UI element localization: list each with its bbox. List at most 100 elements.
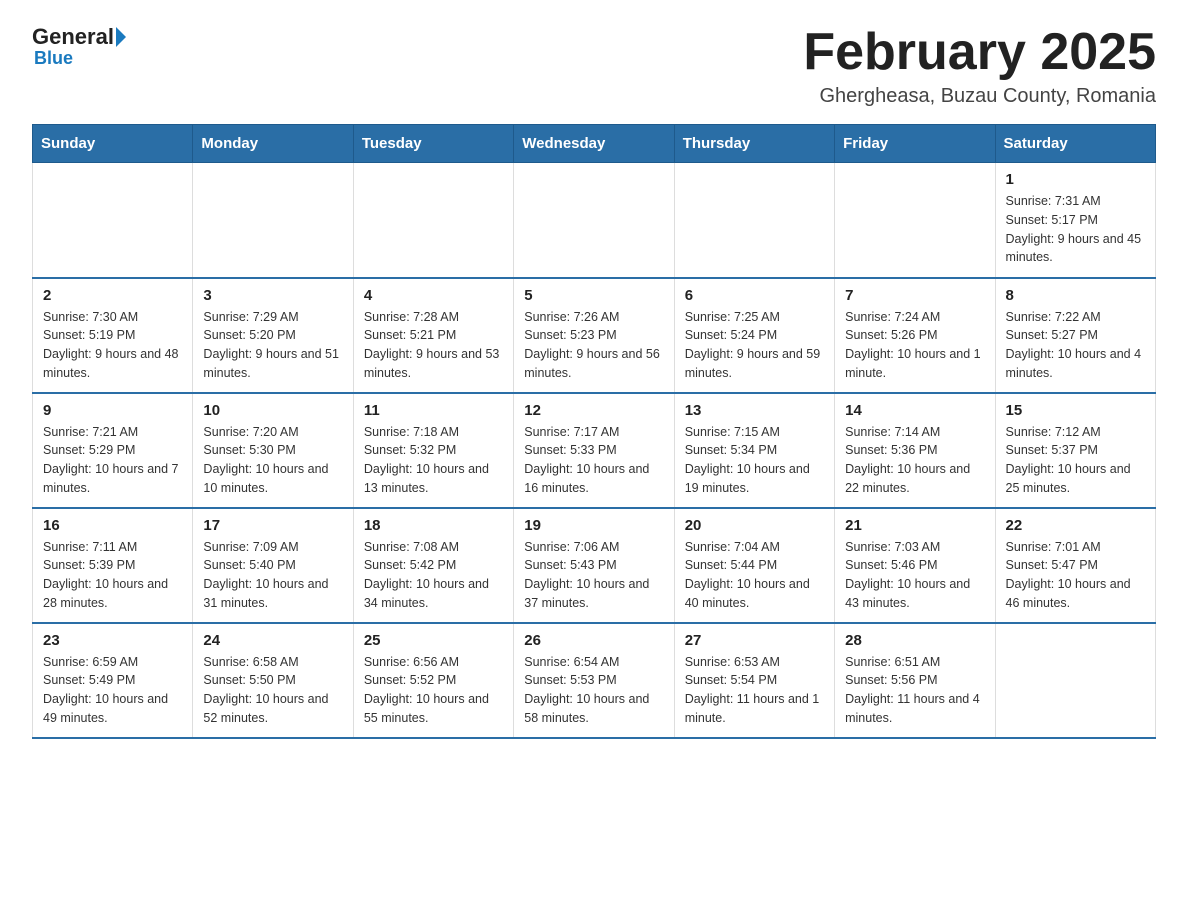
day-info: Sunrise: 7:12 AMSunset: 5:37 PMDaylight:… — [1006, 423, 1145, 498]
day-number: 13 — [685, 402, 824, 419]
weekday-header-thursday: Thursday — [674, 125, 834, 163]
day-number: 2 — [43, 287, 182, 304]
day-info: Sunrise: 7:11 AMSunset: 5:39 PMDaylight:… — [43, 538, 182, 613]
day-number: 28 — [845, 632, 984, 649]
day-info: Sunrise: 7:28 AMSunset: 5:21 PMDaylight:… — [364, 308, 503, 383]
logo-general: General — [32, 24, 114, 50]
day-number: 3 — [203, 287, 342, 304]
calendar-cell: 28 Sunrise: 6:51 AMSunset: 5:56 PMDayligh… — [835, 623, 995, 738]
calendar-cell: 21Sunrise: 7:03 AMSunset: 5:46 PMDayligh… — [835, 508, 995, 623]
calendar-cell — [674, 163, 834, 278]
day-info: Sunrise: 6:53 AMSunset: 5:54 PMDaylight:… — [685, 653, 824, 728]
calendar-week-row: 9 Sunrise: 7:21 AMSunset: 5:29 PMDaylight… — [33, 393, 1156, 508]
day-number: 15 — [1006, 402, 1145, 419]
day-info: Sunrise: 6:59 AMSunset: 5:49 PMDaylight:… — [43, 653, 182, 728]
main-title: February 2025 — [803, 24, 1156, 81]
calendar-week-row: 23 Sunrise: 6:59 AMSunset: 5:49 PMDayligh… — [33, 623, 1156, 738]
calendar-week-row: 1 Sunrise: 7:31 AMSunset: 5:17 PMDaylight… — [33, 163, 1156, 278]
calendar-cell: 5 Sunrise: 7:26 AMSunset: 5:23 PMDaylight… — [514, 278, 674, 393]
day-number: 12 — [524, 402, 663, 419]
day-info: Sunrise: 7:17 AMSunset: 5:33 PMDaylight:… — [524, 423, 663, 498]
calendar-cell: 1 Sunrise: 7:31 AMSunset: 5:17 PMDaylight… — [995, 163, 1155, 278]
calendar-cell: 25 Sunrise: 6:56 AMSunset: 5:52 PMDayligh… — [353, 623, 513, 738]
calendar-cell: 4 Sunrise: 7:28 AMSunset: 5:21 PMDaylight… — [353, 278, 513, 393]
calendar-cell: 8 Sunrise: 7:22 AMSunset: 5:27 PMDaylight… — [995, 278, 1155, 393]
day-info: Sunrise: 7:03 AMSunset: 5:46 PMDaylight:… — [845, 538, 984, 613]
day-info: Sunrise: 6:56 AMSunset: 5:52 PMDaylight:… — [364, 653, 503, 728]
calendar-body: 1 Sunrise: 7:31 AMSunset: 5:17 PMDaylight… — [33, 163, 1156, 738]
calendar-cell: 17 Sunrise: 7:09 AMSunset: 5:40 PMDayligh… — [193, 508, 353, 623]
day-number: 8 — [1006, 287, 1145, 304]
day-number: 14 — [845, 402, 984, 419]
weekday-header-monday: Monday — [193, 125, 353, 163]
day-number: 26 — [524, 632, 663, 649]
calendar-cell: 13 Sunrise: 7:15 AMSunset: 5:34 PMDayligh… — [674, 393, 834, 508]
day-number: 23 — [43, 632, 182, 649]
weekday-header-wednesday: Wednesday — [514, 125, 674, 163]
day-info: Sunrise: 7:24 AMSunset: 5:26 PMDaylight:… — [845, 308, 984, 383]
calendar-cell: 2 Sunrise: 7:30 AMSunset: 5:19 PMDaylight… — [33, 278, 193, 393]
calendar-cell — [835, 163, 995, 278]
page-header: General Blue February 2025 Ghergheasa, B… — [32, 24, 1156, 108]
calendar-cell: 27 Sunrise: 6:53 AMSunset: 5:54 PMDayligh… — [674, 623, 834, 738]
day-info: Sunrise: 7:14 AMSunset: 5:36 PMDaylight:… — [845, 423, 984, 498]
day-info: Sunrise: 7:09 AMSunset: 5:40 PMDaylight:… — [203, 538, 342, 613]
day-number: 5 — [524, 287, 663, 304]
day-info: Sunrise: 7:29 AMSunset: 5:20 PMDaylight:… — [203, 308, 342, 383]
day-number: 10 — [203, 402, 342, 419]
logo-arrow-icon — [116, 27, 126, 47]
day-number: 24 — [203, 632, 342, 649]
logo-text: General — [32, 24, 126, 50]
day-info: Sunrise: 6:51 AMSunset: 5:56 PMDaylight:… — [845, 653, 984, 728]
logo: General Blue — [32, 24, 126, 69]
calendar-cell — [514, 163, 674, 278]
day-info: Sunrise: 7:08 AMSunset: 5:42 PMDaylight:… — [364, 538, 503, 613]
day-info: Sunrise: 7:01 AMSunset: 5:47 PMDaylight:… — [1006, 538, 1145, 613]
day-info: Sunrise: 7:21 AMSunset: 5:29 PMDaylight:… — [43, 423, 182, 498]
calendar-cell — [193, 163, 353, 278]
day-number: 25 — [364, 632, 503, 649]
calendar-cell: 23 Sunrise: 6:59 AMSunset: 5:49 PMDayligh… — [33, 623, 193, 738]
calendar-cell: 24Sunrise: 6:58 AMSunset: 5:50 PMDayligh… — [193, 623, 353, 738]
location-subtitle: Ghergheasa, Buzau County, Romania — [803, 85, 1156, 108]
weekday-header-sunday: Sunday — [33, 125, 193, 163]
day-number: 11 — [364, 402, 503, 419]
day-info: Sunrise: 7:22 AMSunset: 5:27 PMDaylight:… — [1006, 308, 1145, 383]
calendar-cell: 26 Sunrise: 6:54 AMSunset: 5:53 PMDayligh… — [514, 623, 674, 738]
weekday-header-row: SundayMondayTuesdayWednesdayThursdayFrid… — [33, 125, 1156, 163]
weekday-header-tuesday: Tuesday — [353, 125, 513, 163]
day-info: Sunrise: 7:26 AMSunset: 5:23 PMDaylight:… — [524, 308, 663, 383]
day-info: Sunrise: 7:18 AMSunset: 5:32 PMDaylight:… — [364, 423, 503, 498]
calendar-table: SundayMondayTuesdayWednesdayThursdayFrid… — [32, 124, 1156, 739]
day-number: 27 — [685, 632, 824, 649]
calendar-cell: 9 Sunrise: 7:21 AMSunset: 5:29 PMDaylight… — [33, 393, 193, 508]
calendar-cell: 6Sunrise: 7:25 AMSunset: 5:24 PMDaylight… — [674, 278, 834, 393]
day-info: Sunrise: 7:31 AMSunset: 5:17 PMDaylight:… — [1006, 192, 1145, 267]
day-info: Sunrise: 7:15 AMSunset: 5:34 PMDaylight:… — [685, 423, 824, 498]
day-number: 1 — [1006, 171, 1145, 188]
day-number: 4 — [364, 287, 503, 304]
calendar-cell: 22 Sunrise: 7:01 AMSunset: 5:47 PMDayligh… — [995, 508, 1155, 623]
title-block: February 2025 Ghergheasa, Buzau County, … — [803, 24, 1156, 108]
logo-blue: Blue — [32, 48, 73, 69]
calendar-cell: 15 Sunrise: 7:12 AMSunset: 5:37 PMDayligh… — [995, 393, 1155, 508]
day-number: 18 — [364, 517, 503, 534]
day-number: 7 — [845, 287, 984, 304]
calendar-cell — [353, 163, 513, 278]
day-info: Sunrise: 7:25 AMSunset: 5:24 PMDaylight:… — [685, 308, 824, 383]
day-number: 22 — [1006, 517, 1145, 534]
day-number: 17 — [203, 517, 342, 534]
day-number: 9 — [43, 402, 182, 419]
day-number: 19 — [524, 517, 663, 534]
calendar-header: SundayMondayTuesdayWednesdayThursdayFrid… — [33, 125, 1156, 163]
calendar-cell: 14 Sunrise: 7:14 AMSunset: 5:36 PMDayligh… — [835, 393, 995, 508]
day-info: Sunrise: 7:20 AMSunset: 5:30 PMDaylight:… — [203, 423, 342, 498]
day-info: Sunrise: 7:04 AMSunset: 5:44 PMDaylight:… — [685, 538, 824, 613]
day-number: 20 — [685, 517, 824, 534]
calendar-cell: 11 Sunrise: 7:18 AMSunset: 5:32 PMDayligh… — [353, 393, 513, 508]
day-info: Sunrise: 7:30 AMSunset: 5:19 PMDaylight:… — [43, 308, 182, 383]
calendar-cell: 16Sunrise: 7:11 AMSunset: 5:39 PMDayligh… — [33, 508, 193, 623]
calendar-cell: 10 Sunrise: 7:20 AMSunset: 5:30 PMDayligh… — [193, 393, 353, 508]
day-info: Sunrise: 6:54 AMSunset: 5:53 PMDaylight:… — [524, 653, 663, 728]
calendar-cell: 3 Sunrise: 7:29 AMSunset: 5:20 PMDaylight… — [193, 278, 353, 393]
